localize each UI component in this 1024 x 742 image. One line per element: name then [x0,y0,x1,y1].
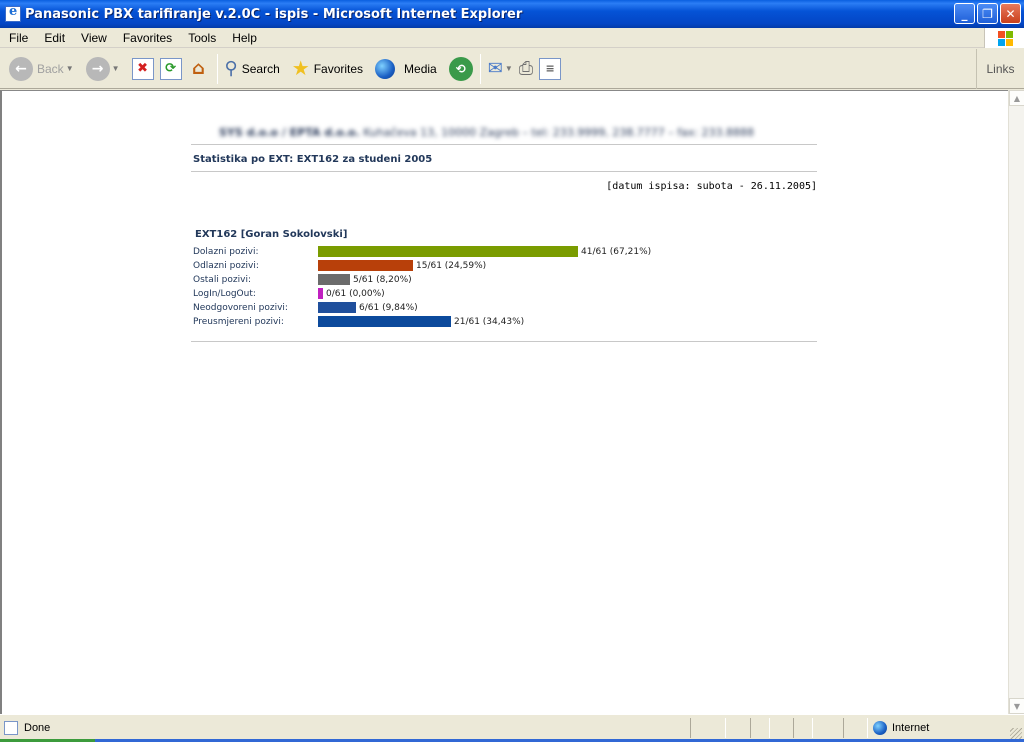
status-text: Done [24,722,51,734]
stat-label: LogIn/LogOut: [193,288,256,299]
menu-view[interactable]: View [72,31,114,45]
forward-dropdown-icon[interactable]: ▼ [112,64,120,73]
close-button[interactable]: ✕ [1000,3,1021,24]
scroll-down-arrow-icon[interactable]: ▼ [1009,698,1024,714]
home-icon: ⌂ [192,58,205,79]
window-controls: _ ❐ ✕ [954,3,1021,24]
refresh-button[interactable]: ⟳ [157,51,185,87]
status-pane [690,718,726,738]
toolbar: ← Back ▼ → ▼ ✖ ⟳ ⌂ ⚲ Search ★ Favorites … [0,49,1024,89]
company-name: SYS d.o.o / EPTA d.o.o. [219,126,360,139]
extension-title: EXT162 [Goran Sokolovski] [195,229,348,240]
internet-globe-icon [873,721,887,735]
refresh-icon: ⟳ [159,57,182,80]
company-contact: Kuhačeva 13, 10000 Zagreb – tel: 233.999… [359,126,755,139]
mail-button[interactable]: ✉ ▼ [485,51,516,87]
toolbar-separator [479,53,481,84]
toolbar-separator [216,53,218,84]
stat-row: Odlazni pozivi: 15/61 (24,59%) [193,259,486,272]
windows-logo-icon [984,28,1024,48]
stop-button[interactable]: ✖ [129,51,157,87]
security-zone: Internet [873,721,929,735]
stat-label: Ostali pozivi: [193,274,251,285]
mail-icon: ✉ [487,58,503,78]
status-pane [750,718,770,738]
mail-dropdown-icon[interactable]: ▼ [505,64,513,73]
search-button[interactable]: ⚲ Search [222,51,283,87]
stat-bar [318,246,578,257]
stat-value: 0/61 (0,00%) [326,288,385,299]
ie-icon [5,4,21,22]
zone-label: Internet [892,722,930,734]
print-button[interactable]: ⎙ [516,51,536,87]
stat-value: 41/61 (67,21%) [581,246,652,257]
vertical-scrollbar[interactable]: ▲ ▼ [1008,90,1024,714]
stat-bar [318,260,413,271]
stat-label: Preusmjereni pozivi: [193,316,284,327]
page-icon [4,721,18,735]
stat-row: LogIn/LogOut: 0/61 (0,00%) [193,287,385,300]
print-date: [datum ispisa: subota - 26.11.2005] [606,181,817,192]
window-title-bar: Panasonic PBX tarifiranje v.2.0C - ispis… [0,0,1024,28]
divider [191,171,817,172]
edit-button[interactable]: ≡ [536,51,564,87]
status-bar: Done Internet [0,714,1024,742]
menu-favorites[interactable]: Favorites [114,31,179,45]
company-header: SYS d.o.o / EPTA d.o.o. Kuhačeva 13, 100… [219,126,754,139]
stat-bar [318,302,356,313]
divider [191,341,817,342]
stat-value: 6/61 (9,84%) [359,302,418,313]
printer-icon: ⎙ [518,58,534,78]
stat-bar [318,274,350,285]
minimize-button[interactable]: _ [954,3,975,24]
search-icon: ⚲ [224,58,238,78]
menu-bar: File Edit View Favorites Tools Help [0,28,1024,48]
stat-row: Preusmjereni pozivi: 21/61 (34,43%) [193,315,524,328]
stat-label: Dolazni pozivi: [193,246,259,257]
back-dropdown-icon[interactable]: ▼ [66,64,74,73]
maximize-button[interactable]: ❐ [977,3,998,24]
favorites-button[interactable]: ★ Favorites [289,51,366,87]
menu-help[interactable]: Help [223,31,264,45]
star-icon: ★ [291,58,310,80]
stat-row: Dolazni pozivi: 41/61 (67,21%) [193,245,651,258]
back-button[interactable]: ← Back ▼ [6,51,77,87]
edit-icon: ≡ [539,57,562,80]
forward-arrow-icon: → [85,56,110,81]
links-button[interactable]: Links [976,49,1024,89]
stat-bar [318,316,451,327]
stat-value: 5/61 (8,20%) [353,274,412,285]
stat-label: Neodgovoreni pozivi: [193,302,288,313]
stat-value: 15/61 (24,59%) [416,260,487,271]
stat-bar [318,288,323,299]
stat-row: Ostali pozivi: 5/61 (8,20%) [193,273,412,286]
home-button[interactable]: ⌂ [185,51,213,87]
history-icon: ⟲ [448,56,473,81]
window-title: Panasonic PBX tarifiranje v.2.0C - ispis… [25,6,523,22]
menu-tools[interactable]: Tools [179,31,223,45]
menu-file[interactable]: File [0,31,35,45]
media-button[interactable]: Media [372,51,440,87]
scroll-up-arrow-icon[interactable]: ▲ [1009,90,1024,106]
media-globe-icon [375,58,396,79]
status-pane [793,718,813,738]
report-title: Statistika po EXT: EXT162 za studeni 200… [193,154,433,165]
menu-edit[interactable]: Edit [35,31,72,45]
status-pane [843,718,868,738]
back-arrow-icon: ← [9,56,33,81]
stop-icon: ✖ [131,57,154,80]
page-viewport: SYS d.o.o / EPTA d.o.o. Kuhačeva 13, 100… [0,90,1008,714]
history-button[interactable]: ⟲ [446,51,476,87]
stat-value: 21/61 (34,43%) [454,316,525,327]
forward-button[interactable]: → ▼ [83,51,123,87]
status-text-area: Done [4,721,50,735]
divider [191,144,817,145]
stat-row: Neodgovoreni pozivi: 6/61 (9,84%) [193,301,418,314]
stat-label: Odlazni pozivi: [193,260,259,271]
